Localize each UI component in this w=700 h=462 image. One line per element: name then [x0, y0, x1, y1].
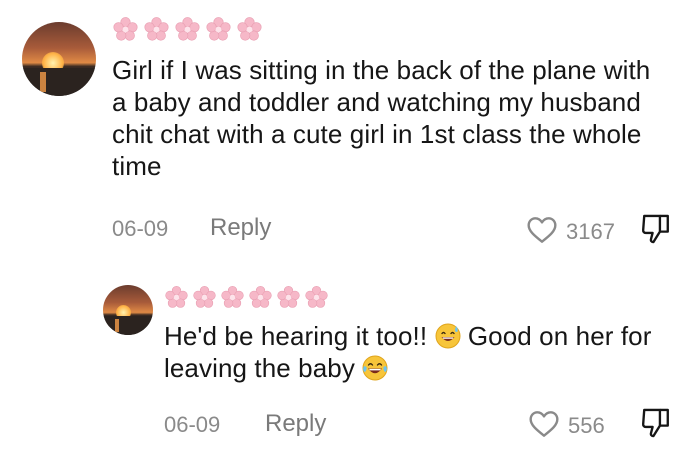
heart-outline-icon[interactable] [526, 214, 558, 250]
flower-icon [205, 16, 232, 43]
flower-icon [220, 285, 245, 310]
reply-button[interactable]: Reply [210, 214, 271, 242]
reply-text-part1: He'd be hearing it too!! [164, 321, 428, 351]
flower-icon [304, 285, 329, 310]
flower-icon [164, 285, 189, 310]
heart-outline-icon[interactable] [528, 408, 560, 444]
flower-icon [236, 16, 263, 43]
avatar[interactable] [22, 22, 96, 96]
like-count: 556 [568, 413, 605, 438]
like-count: 3167 [566, 219, 615, 244]
reply-comment-text: He'd be hearing it too!! Good on her for… [164, 320, 664, 384]
flower-icon [192, 285, 217, 310]
avatar[interactable] [103, 285, 153, 335]
flower-icon [143, 16, 170, 43]
tears-of-joy-emoji [362, 355, 388, 381]
comment-text: Girl if I was sitting in the back of the… [112, 55, 651, 181]
username[interactable] [112, 16, 263, 43]
thumbs-down-icon[interactable] [640, 406, 672, 445]
thumbs-down-icon[interactable] [640, 212, 672, 251]
comment-date: 06-09 [112, 216, 169, 241]
flower-icon [112, 16, 139, 43]
username[interactable] [164, 285, 329, 310]
reply-button[interactable]: Reply [265, 410, 326, 438]
flower-icon [248, 285, 273, 310]
reply-comment-date: 06-09 [164, 412, 221, 437]
flower-icon [174, 16, 201, 43]
grinning-sweat-emoji [435, 323, 461, 349]
flower-icon [276, 285, 301, 310]
